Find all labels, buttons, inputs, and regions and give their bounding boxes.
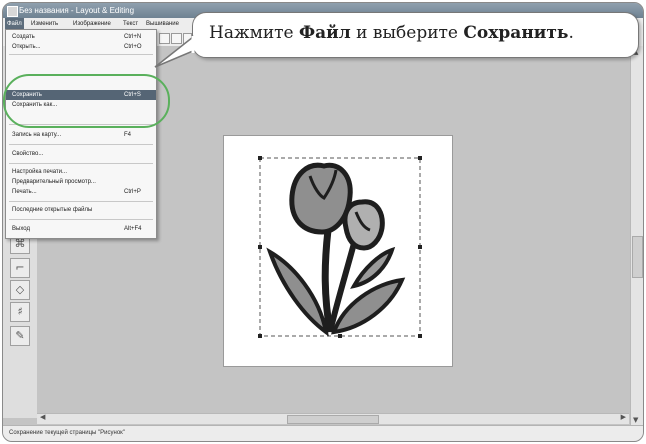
leaf-small <box>350 246 396 289</box>
menu-separator <box>9 163 153 164</box>
menu-separator <box>9 219 153 220</box>
menu-separator <box>9 54 153 55</box>
tulip-flower-big <box>289 162 353 235</box>
menu-item-exit[interactable]: Выход Alt+F4 <box>6 224 156 234</box>
app-icon <box>7 6 18 17</box>
menu-item-print-setup[interactable]: Настройка печати... <box>6 167 156 177</box>
handle-bl[interactable] <box>258 334 262 338</box>
menu-separator <box>9 201 153 202</box>
instruction-callout: Нажмите Файл и выберите Сохранить. <box>154 12 639 68</box>
menu-item-new[interactable]: Создать Ctrl+N <box>6 32 156 42</box>
hscroll-thumb[interactable] <box>287 415 379 424</box>
scroll-left-icon[interactable]: ◀ <box>40 413 45 421</box>
leaf-left <box>266 247 329 337</box>
vertical-scrollbar[interactable]: ▲ ▼ <box>630 46 643 426</box>
menu-item-print[interactable]: Печать... Ctrl+P <box>6 187 156 197</box>
scroll-right-icon[interactable]: ▶ <box>621 413 626 421</box>
handle-br[interactable] <box>418 334 422 338</box>
status-text: Сохранение текущей страницы "Рисунок" <box>9 430 125 436</box>
callout-pointer <box>154 35 195 68</box>
stitch-tool-icon[interactable]: ♯ <box>10 302 30 322</box>
design-page[interactable] <box>223 135 453 367</box>
status-bar: Сохранение текущей страницы "Рисунок" <box>3 425 643 441</box>
tulip-stem <box>321 229 334 333</box>
menu-item-open[interactable]: Открыть... Ctrl+O <box>6 42 156 52</box>
handle-ml[interactable] <box>258 245 262 249</box>
handle-mr[interactable] <box>418 245 422 249</box>
horizontal-scrollbar[interactable]: ◀ ▶ <box>37 413 629 424</box>
diamond-tool-icon[interactable]: ◇ <box>10 280 30 300</box>
window-title: Без названия - Layout & Editing <box>19 6 135 15</box>
handle-tr[interactable] <box>418 156 422 160</box>
menu-item-preview[interactable]: Предварительный просмотр... <box>6 177 156 187</box>
scroll-down-icon[interactable]: ▼ <box>633 416 638 424</box>
handle-bm[interactable] <box>338 334 342 338</box>
callout-text: Нажмите Файл и выберите Сохранить. <box>209 23 574 43</box>
menu-item-recent[interactable]: Последние открытые файлы <box>6 205 156 215</box>
pen-tool-icon[interactable]: ✎ <box>10 326 30 346</box>
scroll-thumb[interactable] <box>632 236 643 278</box>
menu-item-blank[interactable] <box>6 57 156 67</box>
app-window: Без названия - Layout & Editing Файл Изм… <box>2 2 644 442</box>
tulip-design <box>258 156 422 338</box>
handle-tl[interactable] <box>258 156 262 160</box>
outline-tool-icon[interactable]: ⌐ <box>10 258 30 278</box>
menu-separator <box>9 144 153 145</box>
file-menu-dropdown: Создать Ctrl+N Открыть... Ctrl+O Сохранить… <box>5 29 157 239</box>
highlight-ring <box>3 74 170 128</box>
menu-item-write-card[interactable]: Запись на карту... F4 <box>6 130 156 140</box>
menu-item-properties[interactable]: Свойство... <box>6 149 156 159</box>
